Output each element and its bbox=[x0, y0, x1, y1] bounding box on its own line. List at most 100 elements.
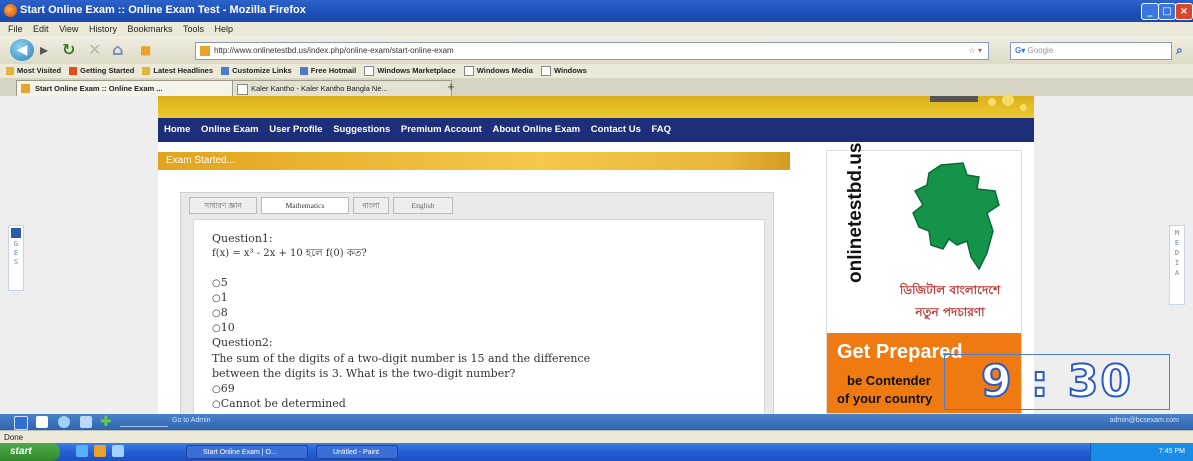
navigation-toolbar: ◀ ▸ ↻ ✕ ⌂ ■ http://www.onlinetestbd.us/i… bbox=[0, 36, 1193, 64]
exam-timer: 9 : 30 bbox=[944, 354, 1170, 410]
admin-email: admin@bcsexam.com bbox=[1109, 417, 1179, 424]
globe-icon[interactable] bbox=[58, 416, 70, 428]
system-tray: 7:45 PM bbox=[1090, 443, 1193, 461]
bookmark-item[interactable]: Free Hotmail bbox=[299, 64, 356, 78]
close-button[interactable]: × bbox=[1175, 3, 1193, 20]
sidetab-right-label: MEDIA bbox=[1174, 229, 1180, 277]
exam-status-bar: Exam Started... bbox=[158, 152, 790, 170]
add-icon[interactable]: ✚ bbox=[100, 415, 112, 429]
decor-dot bbox=[1020, 104, 1027, 111]
browser-tab-active[interactable]: Start Online Exam :: Online Exam ... bbox=[16, 80, 242, 96]
search-placeholder: Google bbox=[1027, 46, 1054, 55]
menu-edit[interactable]: Edit bbox=[33, 22, 49, 36]
windows-taskbar: start Start Online Exam | O... Untitled … bbox=[0, 443, 1193, 461]
bookmark-item[interactable]: Windows Media bbox=[463, 64, 533, 78]
star-icon[interactable]: ☆ ▾ bbox=[969, 43, 982, 59]
sidetab-icon bbox=[11, 228, 21, 238]
google-icon: G▾ bbox=[1015, 46, 1026, 55]
decor-dot bbox=[1002, 94, 1014, 106]
new-tab-button[interactable]: + bbox=[440, 80, 462, 95]
nav-suggestions[interactable]: Suggestions bbox=[333, 124, 390, 135]
nav-online-exam[interactable]: Online Exam bbox=[201, 124, 259, 135]
quicklaunch-icon[interactable] bbox=[94, 445, 106, 457]
tab-english[interactable]: English bbox=[393, 197, 453, 214]
option-radio[interactable]: 10 bbox=[212, 321, 235, 334]
menu-help[interactable]: Help bbox=[215, 22, 234, 36]
window-title-bar: Start Online Exam :: Online Exam Test - … bbox=[0, 0, 1193, 22]
menu-bar: File Edit View History Bookmarks Tools H… bbox=[0, 22, 1193, 36]
start-button[interactable]: start bbox=[0, 443, 60, 461]
question-1-text: f(x) = x³ - 2x + 10 হলে f(0) কত? bbox=[212, 248, 367, 259]
header-button[interactable] bbox=[930, 96, 978, 102]
sidetab-left-label: GES bbox=[13, 240, 19, 266]
quicklaunch-icon[interactable] bbox=[76, 445, 88, 457]
option-radio[interactable]: Cannot be determined bbox=[212, 397, 346, 410]
tab-favicon-icon bbox=[21, 84, 30, 93]
bookmark-icon[interactable]: ■ bbox=[140, 36, 151, 64]
option-radio[interactable]: 69 bbox=[212, 382, 235, 395]
taskbar-item-firefox[interactable]: Start Online Exam | O... bbox=[186, 445, 308, 459]
ad-site-name: onlinetestbd.us bbox=[845, 142, 866, 283]
menu-file[interactable]: File bbox=[8, 22, 23, 36]
url-text: http://www.onlinetestbd.us/index.php/onl… bbox=[214, 46, 454, 55]
site-header bbox=[158, 94, 1034, 118]
maximize-button[interactable]: □ bbox=[1158, 3, 1176, 20]
question-2-text-line1: The sum of the digits of a two-digit num… bbox=[212, 352, 591, 365]
option-radio[interactable]: 8 bbox=[212, 306, 228, 319]
quicklaunch-icon[interactable] bbox=[112, 445, 124, 457]
menu-view[interactable]: View bbox=[59, 22, 78, 36]
bookmark-item[interactable]: Most Visited bbox=[6, 64, 61, 78]
nav-about-online-exam[interactable]: About Online Exam bbox=[492, 124, 580, 135]
status-text: Done bbox=[4, 433, 24, 442]
site-favicon-icon bbox=[200, 45, 210, 56]
bookmark-item[interactable]: Getting Started bbox=[69, 64, 134, 78]
bookmark-item[interactable]: Windows Marketplace bbox=[364, 64, 456, 78]
ad-tagline-line2: নতুন পদচারণা bbox=[915, 305, 985, 319]
site-nav-menu: Home Online Exam User Profile Suggestion… bbox=[158, 118, 1034, 142]
bangladesh-map-icon bbox=[912, 162, 1000, 271]
menu-tools[interactable]: Tools bbox=[183, 22, 204, 36]
admin-link[interactable]: Go to Admin bbox=[172, 417, 211, 424]
bookmark-item[interactable]: Windows bbox=[541, 64, 587, 78]
tool-icon[interactable] bbox=[80, 416, 92, 428]
search-box[interactable]: G▾ Google bbox=[1010, 42, 1172, 60]
search-icon[interactable]: ⌕ bbox=[1176, 36, 1183, 64]
nav-premium-account[interactable]: Premium Account bbox=[401, 124, 482, 135]
site-container: Home Online Exam User Profile Suggestion… bbox=[158, 94, 1034, 417]
reload-icon[interactable]: ↻ bbox=[62, 36, 75, 64]
window-title: Start Online Exam :: Online Exam Test - … bbox=[20, 4, 306, 16]
back-button[interactable]: ◀ bbox=[10, 39, 34, 61]
divider bbox=[120, 416, 168, 427]
window-icon[interactable] bbox=[14, 416, 28, 430]
tab-favicon-icon bbox=[237, 84, 248, 95]
address-bar[interactable]: http://www.onlinetestbd.us/index.php/onl… bbox=[195, 42, 989, 60]
bookmark-item[interactable]: Latest Headlines bbox=[142, 64, 213, 78]
page-icon[interactable] bbox=[36, 416, 48, 428]
bottom-toolbar: ✚ Go to Admin admin@bcsexam.com bbox=[0, 414, 1193, 430]
tab-general-knowledge[interactable]: সাধারণ জ্ঞান bbox=[189, 197, 257, 214]
option-radio[interactable]: 1 bbox=[212, 291, 228, 304]
nav-faq[interactable]: FAQ bbox=[652, 124, 672, 135]
menu-bookmarks[interactable]: Bookmarks bbox=[127, 22, 172, 36]
browser-tab[interactable]: Kaler Kantho - Kaler Kantho Bangla Ne... bbox=[232, 80, 452, 96]
minimize-button[interactable]: _ bbox=[1141, 3, 1159, 20]
nav-home[interactable]: Home bbox=[164, 124, 190, 135]
tab-bangla[interactable]: বাংলা bbox=[353, 197, 389, 214]
nav-user-profile[interactable]: User Profile bbox=[269, 124, 322, 135]
tab-mathematics[interactable]: Mathematics bbox=[261, 197, 349, 214]
nav-contact-us[interactable]: Contact Us bbox=[591, 124, 641, 135]
home-icon[interactable]: ⌂ bbox=[112, 36, 123, 64]
sidetab-right[interactable]: MEDIA bbox=[1169, 225, 1185, 305]
taskbar-item-paint[interactable]: Untitled - Paint bbox=[316, 445, 398, 459]
stop-icon[interactable]: ✕ bbox=[88, 36, 101, 64]
forward-icon[interactable]: ▸ bbox=[40, 36, 48, 64]
option-radio[interactable]: 5 bbox=[212, 276, 228, 289]
sidetab-left[interactable]: GES bbox=[8, 225, 24, 291]
clock[interactable]: 7:45 PM bbox=[1159, 448, 1185, 455]
tab-label: Start Online Exam :: Online Exam ... bbox=[35, 84, 163, 93]
menu-history[interactable]: History bbox=[89, 22, 117, 36]
question-1-label: Question1: bbox=[212, 232, 273, 245]
decor-dot bbox=[988, 98, 996, 106]
quiz-panel: সাধারণ জ্ঞান Mathematics বাংলা English Q… bbox=[180, 192, 774, 417]
bookmark-item[interactable]: Customize Links bbox=[221, 64, 292, 78]
